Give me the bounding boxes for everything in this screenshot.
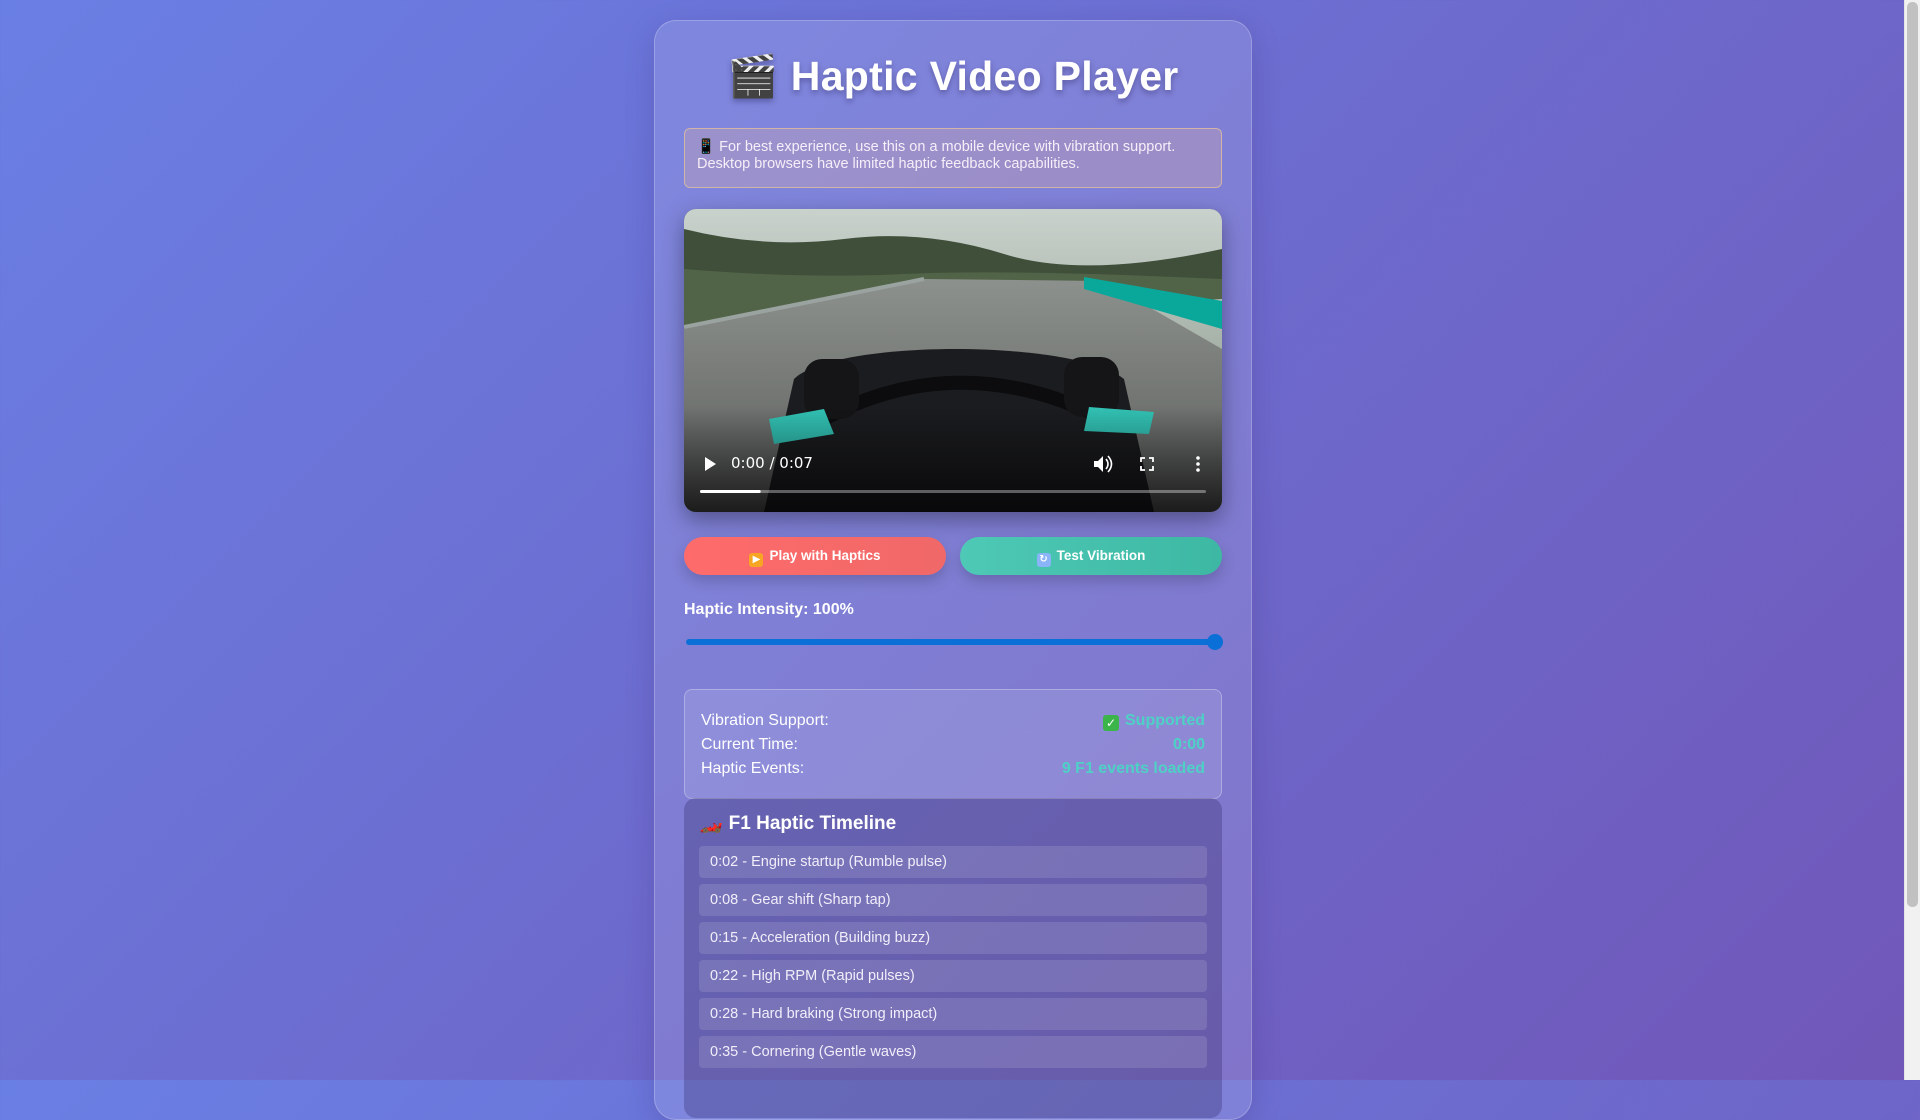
timeline-event[interactable]: 0:22 - High RPM (Rapid pulses) (699, 960, 1207, 992)
play-with-haptics-button[interactable]: ▶ Play with Haptics (684, 537, 946, 575)
test-vibration-button[interactable]: ↻ Test Vibration (960, 537, 1222, 575)
status-row-vibration: Vibration Support: ✓ Supported (701, 709, 1205, 733)
current-time-label: Current Time: (701, 736, 798, 753)
more-options-icon[interactable] (1196, 456, 1200, 472)
haptic-events-value: 9 F1 events loaded (1061, 760, 1205, 777)
timeline-title: 🏎️ F1 Haptic Timeline (699, 812, 1207, 836)
slider-knob[interactable] (1207, 634, 1223, 650)
race-car-icon: 🏎️ (699, 813, 723, 834)
vibration-support-value: ✓ Supported (1103, 709, 1205, 733)
haptic-intensity-slider[interactable] (686, 634, 1223, 650)
timeline-title-text: F1 Haptic Timeline (728, 813, 897, 834)
phone-icon: 📱 (697, 139, 716, 155)
video-player[interactable]: 0:00 / 0:07 (684, 209, 1222, 512)
haptic-events-label: Haptic Events: (701, 760, 805, 777)
page-title: 🎬 Haptic Video Player (655, 53, 1251, 101)
play-icon: ▶ (749, 553, 764, 567)
status-row-time: Current Time: 0:00 (701, 733, 1205, 757)
mobile-notice: 📱 For best experience, use this on a mob… (684, 128, 1222, 188)
refresh-icon: ↻ (1036, 553, 1051, 567)
notice-text: For best experience, use this on a mobil… (697, 139, 1176, 172)
video-progress-track[interactable] (700, 490, 1206, 493)
timeline-event[interactable]: 0:35 - Cornering (Gentle waves) (699, 1036, 1207, 1068)
timeline-event[interactable]: 0:02 - Engine startup (Rumble pulse) (699, 846, 1207, 878)
page-scrollbar[interactable] (1904, 0, 1920, 1080)
scrollbar-thumb[interactable] (1907, 2, 1918, 907)
haptic-timeline: 🏎️ F1 Haptic Timeline 0:02 - Engine start… (684, 798, 1222, 1118)
current-time-value: 0:00 (1172, 736, 1205, 753)
video-time-display: 0:00 / 0:07 (731, 454, 813, 472)
player-card: 🎬 Haptic Video Player 📱 For best experien… (654, 20, 1252, 1120)
vibration-support-text: Supported (1125, 712, 1205, 729)
clapperboard-icon: 🎬 (727, 53, 779, 99)
page-title-text: Haptic Video Player (790, 53, 1179, 99)
status-panel: Vibration Support: ✓ Supported Current Ti… (684, 689, 1222, 799)
check-icon: ✓ (1103, 715, 1119, 731)
play-with-haptics-label: Play with Haptics (769, 548, 881, 563)
status-row-events: Haptic Events: 9 F1 events loaded (701, 757, 1205, 781)
haptic-intensity-label: Haptic Intensity: 100% (684, 601, 854, 618)
timeline-event[interactable]: 0:28 - Hard braking (Strong impact) (699, 998, 1207, 1030)
vibration-support-label: Vibration Support: (701, 712, 829, 729)
test-vibration-label: Test Vibration (1056, 548, 1146, 563)
video-progress-fill (700, 490, 761, 493)
timeline-event[interactable]: 0:15 - Acceleration (Building buzz) (699, 922, 1207, 954)
timeline-event[interactable]: 0:08 - Gear shift (Sharp tap) (699, 884, 1207, 916)
